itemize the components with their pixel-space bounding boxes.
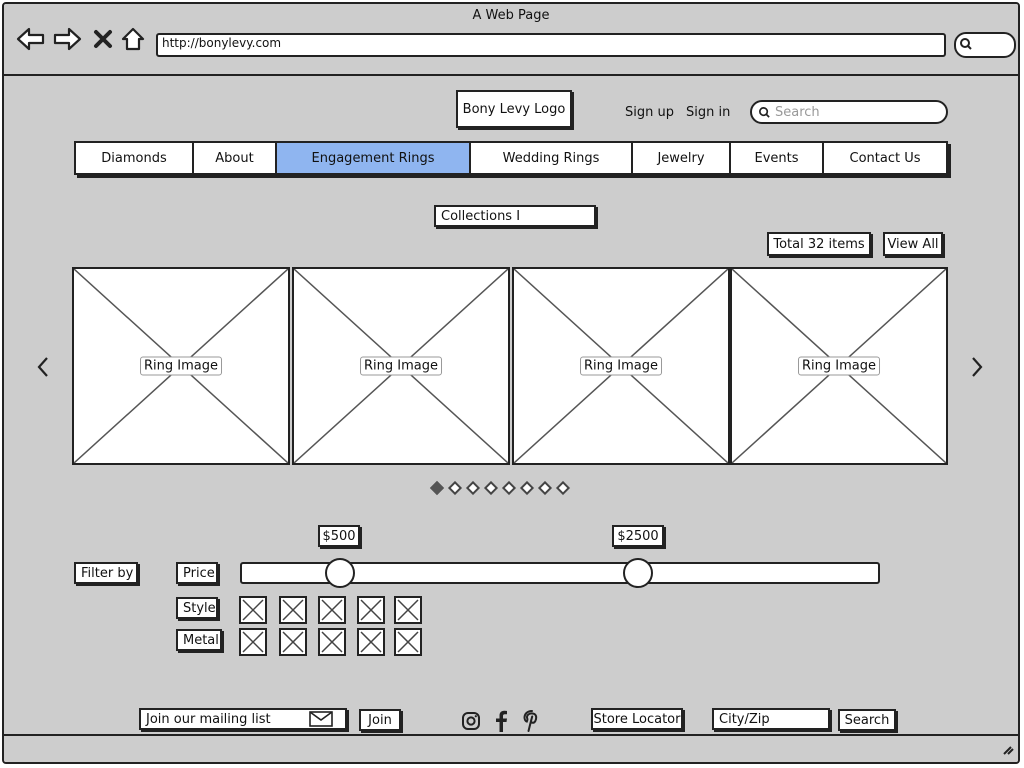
nav-item-diamonds[interactable]: Diamonds <box>76 143 194 173</box>
store-search-button[interactable]: Search <box>838 709 896 731</box>
store-locator-label: Store Locator <box>591 708 683 730</box>
price-min-value: $500 <box>318 525 360 547</box>
site-logo[interactable]: Bony Levy Logo <box>456 90 572 128</box>
style-option-checkbox[interactable] <box>318 596 346 624</box>
ring-card-3[interactable]: Ring Image <box>512 267 730 465</box>
price-min-handle[interactable] <box>325 558 355 588</box>
pagination-dot[interactable] <box>465 480 481 496</box>
collection-select[interactable]: Collections I <box>434 205 596 227</box>
metal-option-checkbox[interactable] <box>279 628 307 656</box>
style-option-checkbox[interactable] <box>239 596 267 624</box>
ring-card-4[interactable]: Ring Image <box>730 267 948 465</box>
metal-option-checkbox[interactable] <box>357 628 385 656</box>
home-icon[interactable] <box>116 22 150 56</box>
envelope-icon <box>309 711 333 727</box>
nav-item-jewelry[interactable]: Jewelry <box>633 143 731 173</box>
carousel-pagination <box>429 480 571 496</box>
price-max-value: $2500 <box>612 525 664 547</box>
ring-card-label: Ring Image <box>360 356 442 376</box>
ring-card-label: Ring Image <box>140 356 222 376</box>
filter-by-label: Filter by <box>74 562 138 584</box>
signup-link[interactable]: Sign up <box>625 105 674 120</box>
address-bar[interactable]: http://bonylevy.com <box>156 33 946 57</box>
browser-search-box[interactable] <box>954 32 1016 58</box>
window-title: A Web Page <box>472 8 550 23</box>
back-arrow-icon[interactable] <box>14 22 48 56</box>
nav-item-wedding-rings[interactable]: Wedding Rings <box>471 143 633 173</box>
ring-card-label: Ring Image <box>580 356 662 376</box>
nav-item-events[interactable]: Events <box>731 143 824 173</box>
metal-option-checkbox[interactable] <box>239 628 267 656</box>
browser-window: A Web Page http://bonylevy.com Bony Levy… <box>2 2 1020 764</box>
facebook-icon[interactable] <box>494 710 508 736</box>
ring-card-label: Ring Image <box>798 356 880 376</box>
style-option-checkbox[interactable] <box>357 596 385 624</box>
pagination-dot[interactable] <box>483 480 499 496</box>
style-filter-label: Style <box>176 597 218 619</box>
nav-item-engagement-rings[interactable]: Engagement Rings <box>277 143 471 173</box>
search-icon <box>759 106 770 118</box>
view-all-button[interactable]: View All <box>883 232 943 256</box>
resize-grip-icon[interactable] <box>998 741 1014 760</box>
pagination-dot[interactable] <box>519 480 535 496</box>
close-icon[interactable] <box>86 22 120 56</box>
price-max-handle[interactable] <box>623 558 653 588</box>
nav-item-about[interactable]: About <box>194 143 277 173</box>
nav-item-contact-us[interactable]: Contact Us <box>824 143 946 173</box>
metal-option-checkbox[interactable] <box>318 628 346 656</box>
pinterest-icon[interactable] <box>521 709 543 737</box>
search-icon <box>959 36 973 55</box>
search-placeholder: Search <box>775 104 820 120</box>
style-option-checkbox[interactable] <box>394 596 422 624</box>
signin-link[interactable]: Sign in <box>686 105 730 120</box>
browser-status-bar <box>4 734 1018 762</box>
pagination-dot[interactable] <box>447 480 463 496</box>
site-search-input[interactable]: Search <box>750 100 948 124</box>
pagination-dot[interactable] <box>537 480 553 496</box>
total-items-label: Total 32 items <box>767 232 871 256</box>
metal-filter-label: Metal <box>176 629 222 651</box>
pagination-dot[interactable] <box>555 480 571 496</box>
metal-option-checkbox[interactable] <box>394 628 422 656</box>
carousel-prev-arrow-icon[interactable] <box>36 356 50 383</box>
browser-toolbar: A Web Page http://bonylevy.com <box>4 4 1018 76</box>
ring-card-2[interactable]: Ring Image <box>292 267 510 465</box>
join-button[interactable]: Join <box>359 709 401 731</box>
pagination-dot[interactable] <box>501 480 517 496</box>
instagram-icon[interactable] <box>461 711 481 735</box>
mailing-list-placeholder: Join our mailing list <box>146 711 271 727</box>
style-option-checkbox[interactable] <box>279 596 307 624</box>
city-zip-input[interactable]: City/Zip <box>712 708 830 730</box>
ring-card-1[interactable]: Ring Image <box>72 267 290 465</box>
price-filter-label: Price <box>176 562 218 584</box>
forward-arrow-icon[interactable] <box>50 22 84 56</box>
pagination-dot[interactable] <box>429 480 445 496</box>
mailing-list-input[interactable]: Join our mailing list <box>139 708 347 730</box>
carousel-next-arrow-icon[interactable] <box>970 356 984 383</box>
main-nav: Diamonds About Engagement Rings Wedding … <box>74 141 948 175</box>
